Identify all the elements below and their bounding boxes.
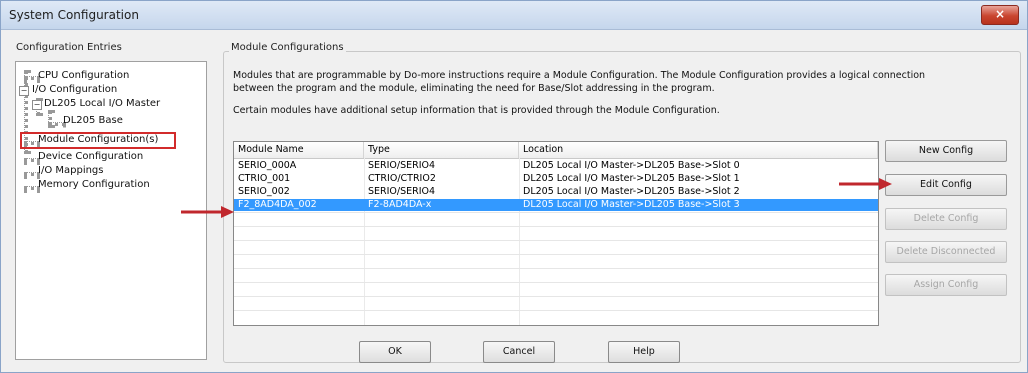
row-divider (234, 296, 878, 297)
annotation-highlight-box (20, 132, 176, 149)
window-title: System Configuration (9, 8, 139, 22)
description-line: between the program and the module, elim… (233, 83, 715, 94)
cell-module-name: SERIO_002 (238, 186, 290, 197)
ok-button[interactable]: OK (359, 341, 431, 363)
cell-location: DL205 Local I/O Master->DL205 Base->Slot… (523, 160, 740, 171)
system-configuration-window: System Configuration × Configuration Ent… (0, 0, 1028, 373)
row-divider (234, 282, 878, 283)
entries-title: Configuration Entries (14, 42, 124, 53)
annotation-arrow-icon (839, 178, 892, 190)
cell-module-name: SERIO_000A (238, 160, 297, 171)
edit-config-button[interactable]: Edit Config (885, 174, 1007, 196)
collapse-icon[interactable]: − (32, 100, 42, 110)
cell-location: DL205 Local I/O Master->DL205 Base->Slot… (523, 186, 740, 197)
cell-type: SERIO/SERIO4 (368, 186, 436, 197)
tree-item-io-configuration[interactable]: I/O Configuration (32, 84, 117, 95)
row-divider (234, 268, 878, 269)
tree-item-io-mappings[interactable]: I/O Mappings (38, 165, 104, 176)
module-list[interactable]: Module Name Type Location SERIO_000A SER… (233, 141, 879, 326)
row-divider (234, 310, 878, 311)
table-row-selected[interactable]: F2_8AD4DA_002 F2-8AD4DA-x DL205 Local I/… (234, 199, 878, 211)
new-config-button[interactable]: New Config (885, 140, 1007, 162)
column-header-type[interactable]: Type (364, 142, 519, 158)
list-header: Module Name Type Location (234, 142, 878, 159)
column-header-module-name[interactable]: Module Name (234, 142, 364, 158)
cell-type: CTRIO/CTRIO2 (368, 173, 436, 184)
row-divider (234, 240, 878, 241)
description-line: Modules that are programmable by Do-more… (233, 70, 926, 81)
delete-config-button[interactable]: Delete Config (885, 208, 1007, 230)
row-divider (234, 254, 878, 255)
collapse-icon[interactable]: − (19, 86, 29, 96)
tree-item-cpu-configuration[interactable]: CPU Configuration (38, 70, 129, 81)
close-button[interactable]: × (981, 5, 1019, 25)
annotation-arrow-icon (181, 206, 234, 218)
assign-config-button[interactable]: Assign Config (885, 274, 1007, 296)
help-button[interactable]: Help (608, 341, 680, 363)
tree-item-dl205-base[interactable]: DL205 Base (63, 115, 123, 126)
cell-location: DL205 Local I/O Master->DL205 Base->Slot… (523, 173, 740, 184)
table-row[interactable]: SERIO_002 SERIO/SERIO4 DL205 Local I/O M… (234, 186, 878, 198)
row-divider (234, 212, 878, 213)
module-configurations-title: Module Configurations (229, 42, 346, 53)
column-header-location[interactable]: Location (519, 142, 878, 158)
table-row[interactable]: SERIO_000A SERIO/SERIO4 DL205 Local I/O … (234, 160, 878, 172)
cell-module-name: CTRIO_001 (238, 173, 291, 184)
tree-item-device-configuration[interactable]: Device Configuration (38, 151, 143, 162)
row-divider (234, 226, 878, 227)
cancel-button[interactable]: Cancel (483, 341, 555, 363)
delete-disconnected-button[interactable]: Delete Disconnected (885, 241, 1007, 263)
table-row[interactable]: CTRIO_001 CTRIO/CTRIO2 DL205 Local I/O M… (234, 173, 878, 185)
cell-type: F2-8AD4DA-x (368, 199, 432, 210)
cell-location: DL205 Local I/O Master->DL205 Base->Slot… (523, 199, 740, 210)
tree-item-dl205-local-io-master[interactable]: DL205 Local I/O Master (44, 98, 160, 109)
title-bar: System Configuration × (1, 1, 1027, 30)
description-line: Certain modules have additional setup in… (233, 105, 720, 116)
tree-item-memory-configuration[interactable]: Memory Configuration (38, 179, 150, 190)
cell-module-name: F2_8AD4DA_002 (238, 199, 317, 210)
cell-type: SERIO/SERIO4 (368, 160, 436, 171)
